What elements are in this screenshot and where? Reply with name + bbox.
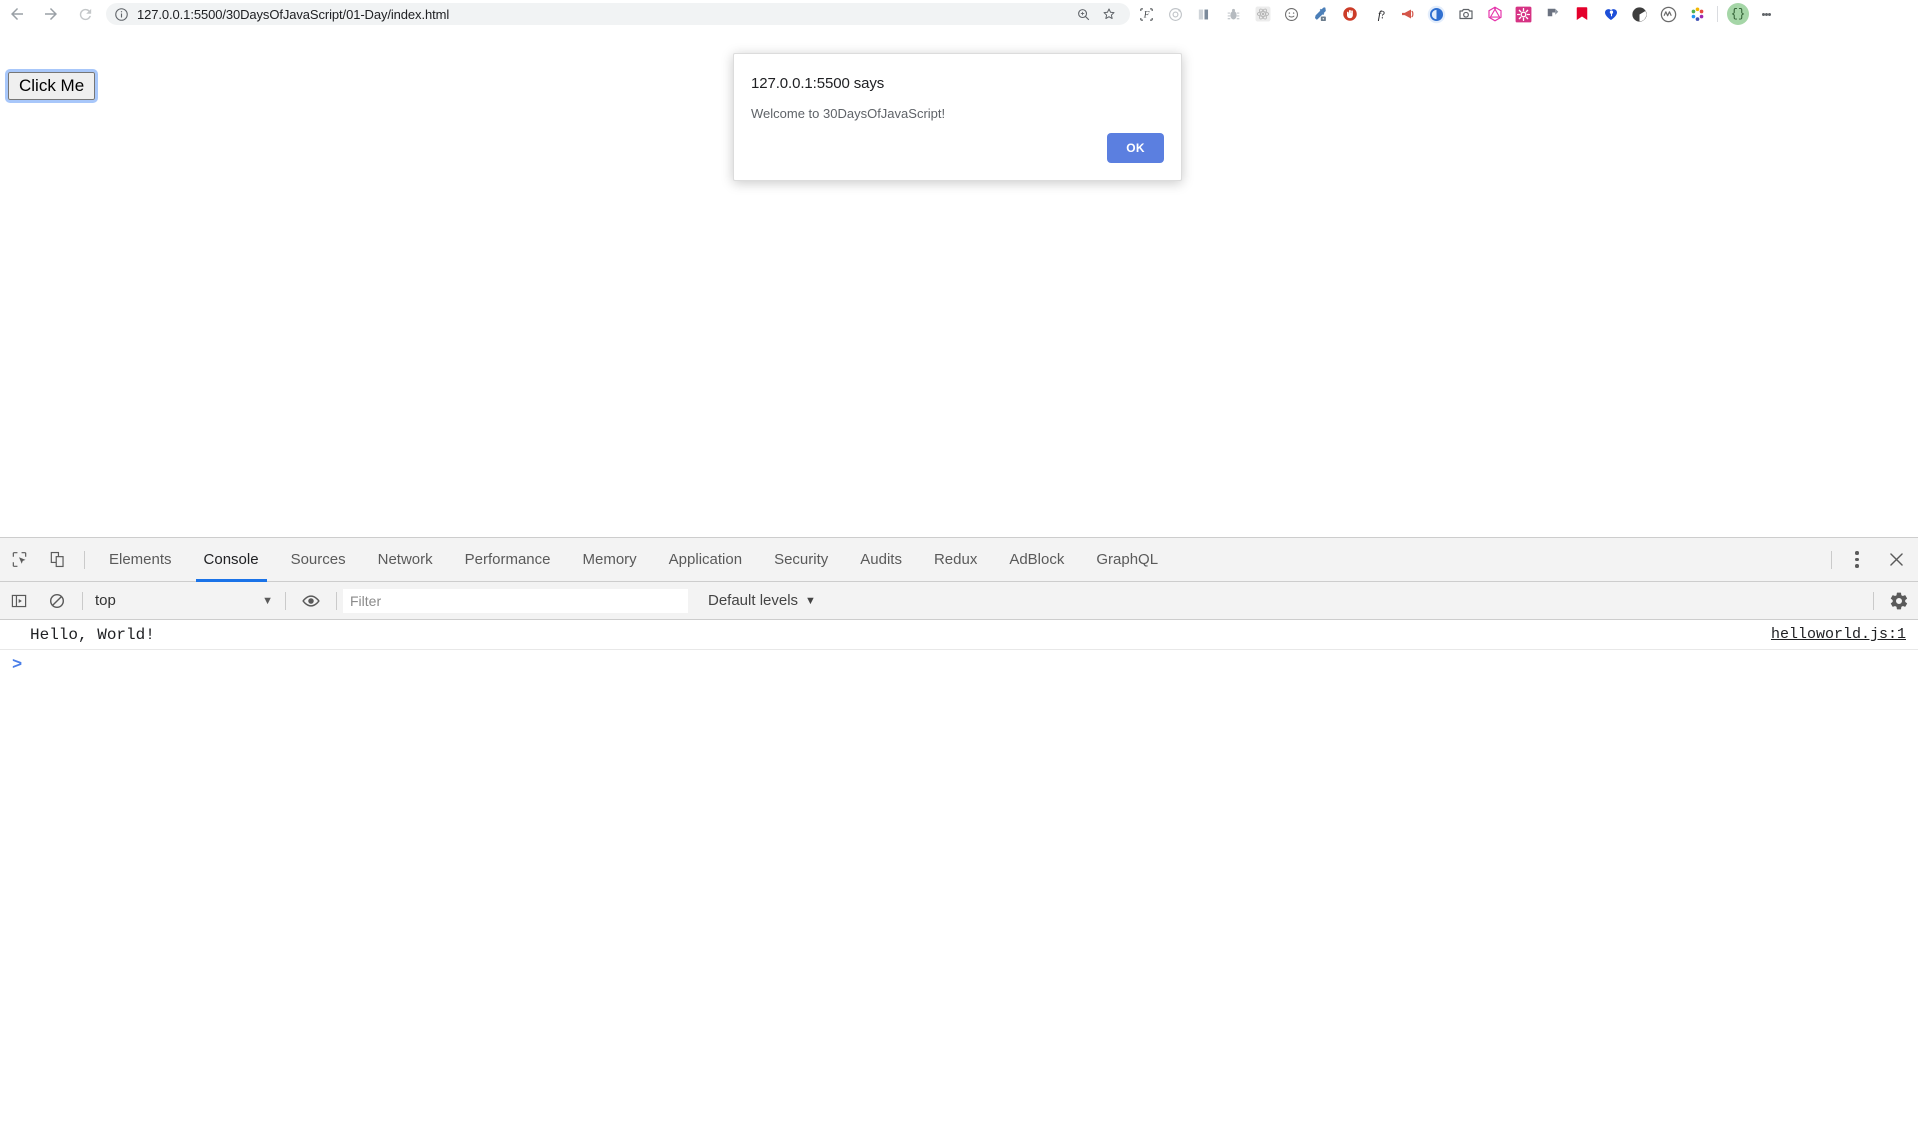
blue-circle-lens-icon[interactable] — [1422, 0, 1451, 28]
fonts-ninja-icon[interactable]: F — [1132, 0, 1161, 28]
more-dot — [1855, 564, 1859, 568]
camera-icon[interactable] — [1451, 0, 1480, 28]
reload-button[interactable] — [68, 0, 102, 28]
console-toolbar: top ▼ Default levels ▼ — [0, 582, 1918, 620]
devtools-tabbar-right — [1823, 538, 1918, 582]
toolbar-divider — [1717, 6, 1718, 22]
tab-memory[interactable]: Memory — [567, 538, 653, 582]
svg-text:F: F — [1143, 9, 1150, 19]
wappalyzer-f-icon[interactable]: f ? — [1364, 0, 1393, 28]
megaphone-icon[interactable] — [1393, 0, 1422, 28]
console-toolbar-divider — [285, 592, 286, 610]
pin-flag-icon[interactable] — [1538, 0, 1567, 28]
tab-console[interactable]: Console — [188, 538, 275, 582]
omnibox-actions — [1070, 3, 1122, 25]
tab-application[interactable]: Application — [653, 538, 758, 582]
page-viewport: Click Me 127.0.0.1:5500 says Welcome to … — [0, 28, 1918, 537]
console-settings-area — [1867, 582, 1918, 620]
dialog-title: 127.0.0.1:5500 says — [751, 75, 884, 92]
chevron-down-icon: ▼ — [805, 595, 816, 607]
extension-toolbar: F — [1132, 0, 1783, 28]
arrow-right-icon — [42, 5, 60, 23]
profile-avatar[interactable]: {} — [1727, 3, 1749, 25]
tab-elements[interactable]: Elements — [93, 538, 188, 582]
settings-gear-pink-icon[interactable] — [1509, 0, 1538, 28]
devtools-more-vertical-icon[interactable] — [1840, 538, 1874, 582]
color-picker-icon[interactable] — [1306, 0, 1335, 28]
zoom-icon[interactable] — [1070, 3, 1096, 25]
execution-context-select[interactable]: top ▼ — [89, 589, 279, 613]
smiley-face-icon[interactable] — [1277, 0, 1306, 28]
columns-layout-icon[interactable] — [1190, 0, 1219, 28]
device-toolbar-icon[interactable] — [38, 538, 76, 582]
console-toolbar-divider — [82, 592, 83, 610]
inspect-element-icon[interactable] — [0, 538, 38, 582]
console-output[interactable]: Hello, World! helloworld.js:1 > — [0, 620, 1918, 1146]
reload-icon — [77, 6, 94, 23]
dialog-message: Welcome to 30DaysOfJavaScript! — [751, 106, 945, 121]
tab-network[interactable]: Network — [362, 538, 449, 582]
devtools-close-icon[interactable] — [1874, 538, 1918, 582]
forward-button[interactable] — [34, 0, 68, 28]
dialog-ok-button[interactable]: OK — [1107, 133, 1164, 163]
devtools-divider — [84, 551, 85, 569]
console-message-text: Hello, World! — [0, 626, 155, 644]
chrome-kebab-menu-icon[interactable] — [1753, 0, 1779, 28]
more-dot — [1855, 558, 1859, 562]
console-sidebar-icon[interactable] — [0, 582, 38, 620]
browser-toolbar: 127.0.0.1:5500/30DaysOfJavaScript/01-Day… — [0, 0, 1918, 28]
tab-performance[interactable]: Performance — [449, 538, 567, 582]
pocket-bookmark-icon[interactable] — [1567, 0, 1596, 28]
address-bar[interactable]: 127.0.0.1:5500/30DaysOfJavaScript/01-Day… — [106, 3, 1130, 25]
wave-circle-icon[interactable] — [1654, 0, 1683, 28]
color-wheel-icon[interactable] — [1683, 0, 1712, 28]
back-button[interactable] — [0, 0, 34, 28]
chevron-down-icon: ▼ — [262, 595, 273, 607]
heart-key-icon[interactable] — [1596, 0, 1625, 28]
console-filter-input[interactable] — [343, 589, 688, 613]
tab-sources[interactable]: Sources — [275, 538, 362, 582]
bookmark-star-icon[interactable] — [1096, 3, 1122, 25]
console-prompt-chevron-icon: > — [12, 656, 22, 675]
console-message-source-link[interactable]: helloworld.js:1 — [1771, 626, 1906, 643]
bug-icon[interactable] — [1219, 0, 1248, 28]
address-bar-url: 127.0.0.1:5500/30DaysOfJavaScript/01-Day… — [137, 7, 449, 22]
console-log-levels-select[interactable]: Default levels ▼ — [698, 589, 826, 613]
javascript-alert-dialog: 127.0.0.1:5500 says Welcome to 30DaysOfJ… — [733, 53, 1182, 181]
react-atom-icon[interactable] — [1248, 0, 1277, 28]
devtools-tabbar: Elements Console Sources Network Perform… — [0, 538, 1918, 582]
console-message-row: Hello, World! helloworld.js:1 — [0, 620, 1918, 650]
tab-redux[interactable]: Redux — [918, 538, 993, 582]
devtools-panel: Elements Console Sources Network Perform… — [0, 537, 1918, 1146]
tab-security[interactable]: Security — [758, 538, 844, 582]
tab-adblock[interactable]: AdBlock — [993, 538, 1080, 582]
arrow-left-icon — [8, 5, 26, 23]
tab-graphql[interactable]: GraphQL — [1080, 538, 1174, 582]
console-toolbar-divider — [1873, 592, 1874, 610]
tab-audits[interactable]: Audits — [844, 538, 918, 582]
click-me-button[interactable]: Click Me — [8, 72, 95, 100]
devtools-divider — [1831, 551, 1832, 569]
info-circle-icon[interactable] — [114, 7, 129, 22]
clear-console-icon[interactable] — [38, 582, 76, 620]
more-dot — [1855, 551, 1859, 555]
execution-context-value: top — [95, 592, 116, 609]
focus-target-icon[interactable] — [1161, 0, 1190, 28]
adblock-hand-icon[interactable] — [1335, 0, 1364, 28]
svg-text:?: ? — [1380, 9, 1385, 21]
kebab-dot — [1768, 13, 1771, 16]
log-levels-value: Default levels — [708, 592, 798, 609]
console-settings-gear-icon[interactable] — [1880, 582, 1918, 620]
graphql-icon[interactable] — [1480, 0, 1509, 28]
console-toolbar-divider — [336, 592, 337, 610]
live-expression-eye-icon[interactable] — [292, 582, 330, 620]
console-prompt[interactable]: > — [0, 650, 1918, 680]
ghostery-icon[interactable] — [1625, 0, 1654, 28]
